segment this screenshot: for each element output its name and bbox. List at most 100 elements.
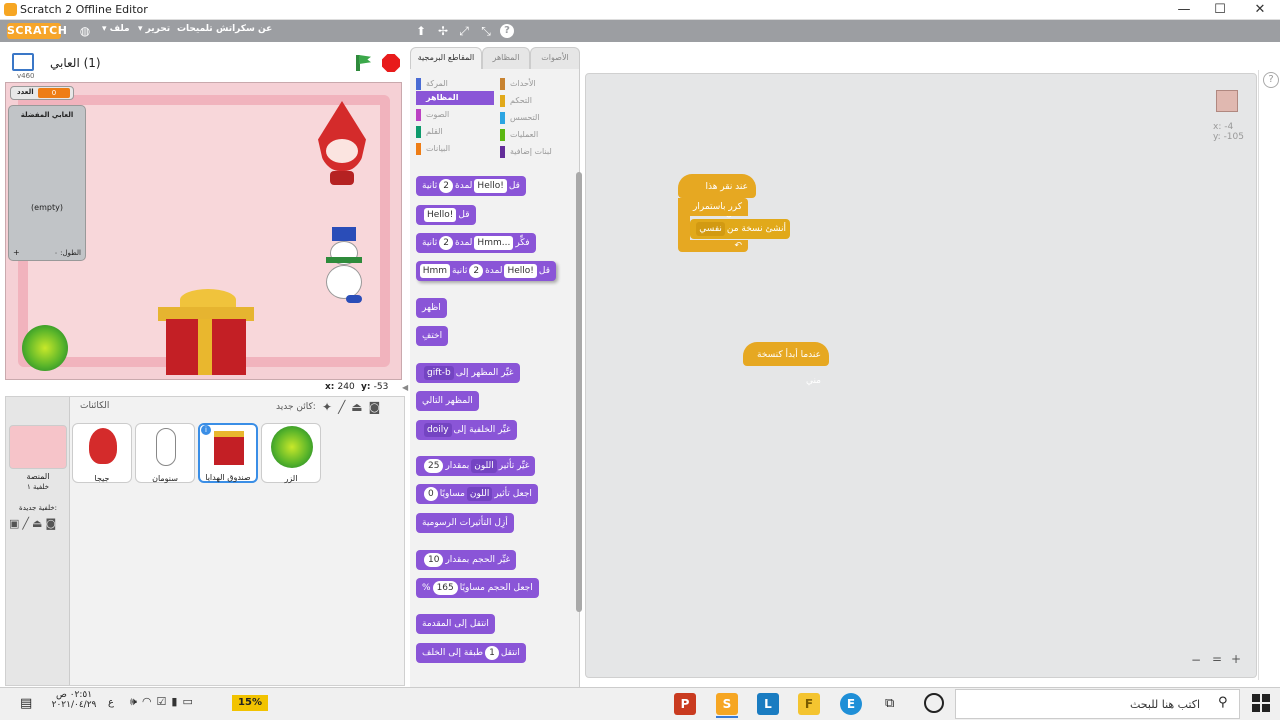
block-input[interactable]: 1 — [485, 646, 499, 660]
taskbar-search-box[interactable]: اكتب هنا للبحث ⚲ — [955, 689, 1240, 719]
block-dropdown[interactable]: اللون — [471, 459, 497, 473]
block-dropdown[interactable]: gift-b — [424, 366, 454, 380]
block-input[interactable]: Hello! — [504, 264, 537, 278]
block-input[interactable]: 165 — [432, 581, 458, 595]
grow-tool-icon[interactable]: ⤢ — [457, 24, 471, 38]
stage-canvas[interactable]: العدد 0 العابي المفضلة (empty) + الطول: … — [5, 82, 402, 380]
sprite-thumb-snowman[interactable]: سنومان — [135, 423, 195, 483]
category-data[interactable]: البيانات — [416, 142, 494, 156]
block-input[interactable]: Hmm... — [474, 236, 514, 250]
category-control[interactable]: التحكم — [500, 94, 578, 108]
lync-icon[interactable]: L — [757, 693, 779, 715]
block-input[interactable]: 2 — [469, 264, 484, 278]
sprite-thumb-button[interactable]: الزر — [261, 423, 321, 483]
menu-tips[interactable]: تلميحات — [177, 24, 213, 34]
mic-icon[interactable]: ▮ — [171, 695, 182, 708]
block-input[interactable]: Hello! — [424, 208, 457, 222]
category-operators[interactable]: العمليات — [500, 128, 578, 142]
scratch-logo[interactable]: SCRATCH — [7, 23, 67, 39]
sprite-thumb-gift-selected[interactable]: i صندوق الهدايا — [198, 423, 258, 483]
sprite-thumb-giga[interactable]: جيجا — [72, 423, 132, 483]
block-switch-backdrop[interactable]: غيِّر الخلفية إلىdoily — [416, 420, 517, 440]
block-input[interactable]: Hmm — [419, 264, 451, 278]
close-button[interactable]: ✕ — [1240, 0, 1280, 20]
category-sensing[interactable]: التحسس — [500, 111, 578, 125]
backdrop-upload-icon[interactable]: ⏏ — [32, 517, 45, 530]
block-change-size[interactable]: غيِّر الحجم بمقدار10 — [416, 550, 517, 570]
block-say[interactable]: قلHello! — [416, 205, 476, 225]
block-go-to-front[interactable]: انتقل إلى المقدمة — [416, 614, 495, 634]
shrink-tool-icon[interactable]: ⤡ — [479, 24, 493, 38]
block-clear-effects[interactable]: أزِل التأثيرات الرسومية — [416, 513, 514, 533]
wifi-icon[interactable]: ◠ — [142, 695, 157, 708]
zoom-out-button[interactable]: − — [1191, 653, 1201, 667]
minimize-button[interactable]: — — [1164, 0, 1204, 20]
block-go-back-layers[interactable]: انتقل1طبقة إلى الخلف — [416, 643, 526, 663]
network-icon[interactable]: ▭ — [182, 695, 197, 708]
battery-indicator[interactable]: 15% — [232, 695, 268, 711]
category-pen[interactable]: القلم — [416, 125, 494, 139]
collapse-arrow-icon[interactable]: ◀ — [402, 383, 408, 392]
powerpoint-icon[interactable]: P — [674, 693, 696, 715]
tab-costumes[interactable]: المظاهر — [482, 47, 530, 69]
help-icon[interactable]: ? — [500, 24, 514, 38]
sprite-camera-icon[interactable]: ◙ — [369, 400, 387, 414]
block-input[interactable]: Hello! — [474, 179, 507, 193]
list-monitor[interactable]: العابي المفضلة (empty) + الطول: ٠ — [8, 105, 86, 261]
category-looks[interactable]: المظاهر — [416, 91, 494, 105]
security-icon[interactable]: ☑ — [157, 695, 172, 708]
language-indicator[interactable]: ع — [108, 697, 114, 708]
block-set-size[interactable]: اجعل الحجم مساويًا165% — [416, 578, 539, 598]
edge-icon[interactable]: E — [840, 693, 862, 715]
category-more-blocks[interactable]: لبنات إضافية — [500, 145, 578, 159]
block-dropdown[interactable]: اللون — [466, 487, 493, 501]
delete-tool-icon[interactable]: ✢ — [436, 24, 450, 38]
menu-file[interactable]: ▾ ملف — [102, 24, 130, 34]
volume-icon[interactable]: 🕪 — [130, 695, 142, 708]
block-dropdown[interactable]: نفسي — [696, 222, 725, 236]
menu-edit[interactable]: ▾ تحرير — [138, 24, 170, 34]
fullscreen-icon[interactable] — [12, 53, 34, 71]
block-set-effect[interactable]: اجعل تأثيراللونمساويًا0 — [416, 484, 538, 504]
block-input[interactable]: 10 — [424, 553, 444, 567]
variable-monitor[interactable]: العدد 0 — [10, 86, 74, 100]
category-sound[interactable]: الصوت — [416, 108, 494, 122]
cortana-icon[interactable] — [924, 693, 944, 713]
project-title[interactable]: (1) العابي — [50, 56, 101, 70]
sprite-library-icon[interactable]: ✦ — [322, 400, 338, 414]
info-icon[interactable]: i — [201, 425, 211, 435]
block-create-clone[interactable]: أنشئ نسخة مننفسي — [690, 219, 790, 239]
button-sprite[interactable] — [22, 325, 68, 371]
block-show[interactable]: اظهر — [416, 298, 447, 318]
backdrop-library-icon[interactable]: ▣ — [9, 517, 22, 530]
stop-icon[interactable] — [382, 54, 400, 72]
block-dropdown[interactable]: doily — [424, 423, 452, 437]
maximize-button[interactable]: ☐ — [1200, 0, 1240, 20]
stage-thumbnail[interactable] — [9, 425, 67, 469]
file-explorer-icon[interactable]: F — [798, 693, 820, 715]
script-area[interactable]: x: -4 y: -105 عند نقر هذا الكائن كرر باس… — [585, 73, 1257, 678]
block-input[interactable]: 2 — [439, 179, 454, 193]
task-view-icon[interactable]: ⧉ — [885, 696, 894, 711]
notifications-icon[interactable]: ▤ — [20, 696, 32, 711]
duplicate-tool-icon[interactable]: ⬆ — [414, 24, 428, 38]
green-flag-icon[interactable] — [356, 55, 371, 71]
scratch-taskbar-icon[interactable]: S — [716, 693, 738, 715]
hat-when-start-as-clone[interactable]: عندما أبدأ كنسخة مني — [743, 342, 829, 386]
tab-sounds[interactable]: الأصوات — [530, 47, 580, 69]
menu-about[interactable]: عن سكراتش — [216, 24, 272, 34]
list-add-button[interactable]: + — [13, 248, 20, 257]
block-hide[interactable]: اختفِ — [416, 326, 449, 346]
block-input[interactable]: 25 — [424, 459, 444, 473]
giga-sprite[interactable] — [304, 101, 382, 187]
block-next-costume[interactable]: المظهر التالي — [416, 391, 479, 411]
block-switch-costume[interactable]: غيِّر المظهر إلىgift-b — [416, 363, 520, 383]
sprite-upload-icon[interactable]: ⏏ — [351, 400, 368, 414]
block-input[interactable]: 0 — [424, 487, 438, 501]
zoom-in-button[interactable]: + — [1231, 652, 1241, 666]
block-change-effect[interactable]: غيِّر تأثيراللونبمقدار25 — [416, 456, 536, 476]
help-tab-icon[interactable]: ? — [1263, 72, 1279, 88]
backdrop-camera-icon[interactable]: ◙ — [45, 517, 59, 530]
palette-scrollbar[interactable] — [576, 172, 582, 612]
windows-start-icon[interactable] — [1252, 694, 1270, 712]
